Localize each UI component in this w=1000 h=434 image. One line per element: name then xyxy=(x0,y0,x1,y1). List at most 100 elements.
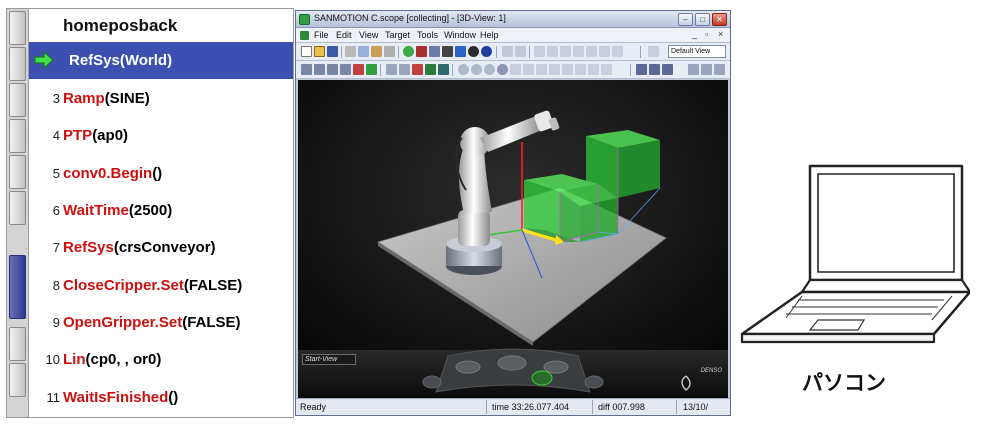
brand-logo: DENSO xyxy=(700,368,722,374)
code-keyword: WaitTime xyxy=(63,202,129,219)
next-frame-icon[interactable] xyxy=(573,46,584,57)
print-icon[interactable] xyxy=(662,64,673,75)
info-icon[interactable] xyxy=(455,46,466,57)
code-text: PTP(ap0) xyxy=(63,117,128,154)
axis-icon[interactable] xyxy=(314,64,325,75)
record-icon[interactable] xyxy=(442,46,453,57)
nav-button-left xyxy=(455,360,481,374)
prev-frame-icon[interactable] xyxy=(547,46,558,57)
code-keyword: OpenGripper.Set xyxy=(63,314,183,331)
menu-edit[interactable]: Edit xyxy=(336,30,352,40)
code-line[interactable]: 9 OpenGripper.Set(FALSE) xyxy=(29,304,293,341)
settings-icon[interactable] xyxy=(429,46,440,57)
copy-icon[interactable] xyxy=(358,46,369,57)
cut-icon[interactable] xyxy=(345,46,356,57)
code-line[interactable]: 6 WaitTime(2500) xyxy=(29,192,293,229)
status-bar: Ready time 33:26.077.404 diff 007.998 13… xyxy=(296,398,730,415)
zoom-in-icon[interactable] xyxy=(502,46,513,57)
help-icon[interactable] xyxy=(481,46,492,57)
undo-icon[interactable] xyxy=(384,46,395,57)
last-frame-icon[interactable] xyxy=(586,46,597,57)
frame-icon[interactable] xyxy=(327,64,338,75)
zoom-plus-icon[interactable] xyxy=(471,64,482,75)
view-select[interactable]: Default View xyxy=(668,45,726,58)
code-line[interactable]: 10 Lin(cp0, , or0) xyxy=(29,341,293,378)
pin-icon[interactable] xyxy=(688,64,699,75)
window-titlebar[interactable]: SANMOTION C.scope [collecting] - [3D-Vie… xyxy=(296,11,730,28)
table-icon[interactable] xyxy=(386,64,397,75)
code-text: CloseCripper.Set(FALSE) xyxy=(63,267,242,304)
menu-help[interactable]: Help xyxy=(480,30,499,40)
code-line[interactable]: 5 conv0.Begin() xyxy=(29,155,293,192)
trace-icon[interactable] xyxy=(353,64,364,75)
mdi-close-button[interactable]: × xyxy=(718,29,723,39)
line-number: 10 xyxy=(45,352,60,367)
3d-scene xyxy=(298,80,728,399)
pan-down-icon[interactable] xyxy=(549,64,560,75)
menu-file[interactable]: File xyxy=(314,30,329,40)
play-icon[interactable] xyxy=(560,46,571,57)
toolbar-separator xyxy=(341,46,342,58)
pan-left-icon[interactable] xyxy=(510,64,521,75)
cube-icon[interactable] xyxy=(438,64,449,75)
open-folder-icon[interactable] xyxy=(314,46,325,57)
scope-window[interactable]: SANMOTION C.scope [collecting] - [3D-Vie… xyxy=(295,10,731,416)
code-text: RefSys(crsConveyor) xyxy=(63,229,216,266)
menu-view[interactable]: View xyxy=(359,30,378,40)
menu-window[interactable]: Window xyxy=(444,30,476,40)
tool-icon[interactable] xyxy=(701,64,712,75)
stop-icon[interactable] xyxy=(468,46,479,57)
code-keyword: CloseCripper.Set xyxy=(63,277,184,294)
zoom-minus-icon[interactable] xyxy=(484,64,495,75)
code-text: WaitIsFinished() xyxy=(63,379,178,416)
paste-icon[interactable] xyxy=(371,46,382,57)
robot-icon[interactable] xyxy=(366,64,377,75)
module-icon[interactable] xyxy=(425,64,436,75)
menu-tools[interactable]: Tools xyxy=(417,30,438,40)
loop-icon[interactable] xyxy=(599,46,610,57)
3d-view-viewport[interactable]: Start-View DENSO xyxy=(298,80,728,399)
maximize-button[interactable]: □ xyxy=(695,13,710,26)
gutter-segment xyxy=(9,327,26,361)
options-icon[interactable] xyxy=(714,64,725,75)
code-line[interactable]: 3 Ramp(SINE) xyxy=(29,80,293,117)
layout-icon[interactable] xyxy=(636,64,647,75)
disconnect-icon[interactable] xyxy=(416,46,427,57)
tilt-up-icon[interactable] xyxy=(588,64,599,75)
close-button[interactable]: ✕ xyxy=(712,13,727,26)
line-number: 4 xyxy=(52,128,60,143)
code-keyword: PTP xyxy=(63,127,93,144)
split-icon[interactable] xyxy=(649,64,660,75)
grid-icon[interactable] xyxy=(301,64,312,75)
connect-icon[interactable] xyxy=(403,46,414,57)
code-line[interactable]: 8 CloseCripper.Set(FALSE) xyxy=(29,267,293,304)
gutter-segment xyxy=(9,83,26,117)
gutter-scroll-thumb[interactable] xyxy=(9,255,26,319)
rotate-left-icon[interactable] xyxy=(562,64,573,75)
new-file-icon[interactable] xyxy=(301,46,312,57)
code-line[interactable]: 4 PTP(ap0) xyxy=(29,117,293,154)
mdi-restore-button[interactable]: ▫ xyxy=(705,29,708,39)
zoom-window-icon[interactable] xyxy=(497,64,508,75)
code-line[interactable]: 7 RefSys(crsConveyor) xyxy=(29,229,293,266)
start-view-label[interactable]: Start-View xyxy=(302,354,356,365)
chevron-left-icon[interactable] xyxy=(648,46,659,57)
code-line-current[interactable]: RefSys(World) xyxy=(29,42,293,79)
minimize-button[interactable]: ‒ xyxy=(678,13,693,26)
menu-target[interactable]: Target xyxy=(385,30,410,40)
zoom-fit-icon[interactable] xyxy=(458,64,469,75)
mdi-minimize-button[interactable]: _ xyxy=(692,29,697,39)
first-frame-icon[interactable] xyxy=(534,46,545,57)
io-icon[interactable] xyxy=(412,64,423,75)
code-editor[interactable]: homeposback RefSys(World) 3 Ramp(SINE) 4… xyxy=(6,8,294,418)
zoom-out-icon[interactable] xyxy=(515,46,526,57)
tilt-down-icon[interactable] xyxy=(601,64,612,75)
rotate-right-icon[interactable] xyxy=(575,64,586,75)
speed-icon[interactable] xyxy=(612,46,623,57)
pan-right-icon[interactable] xyxy=(523,64,534,75)
save-icon[interactable] xyxy=(327,46,338,57)
pan-up-icon[interactable] xyxy=(536,64,547,75)
chart-icon[interactable] xyxy=(399,64,410,75)
code-line[interactable]: 11 WaitIsFinished() xyxy=(29,379,293,416)
camera-icon[interactable] xyxy=(340,64,351,75)
